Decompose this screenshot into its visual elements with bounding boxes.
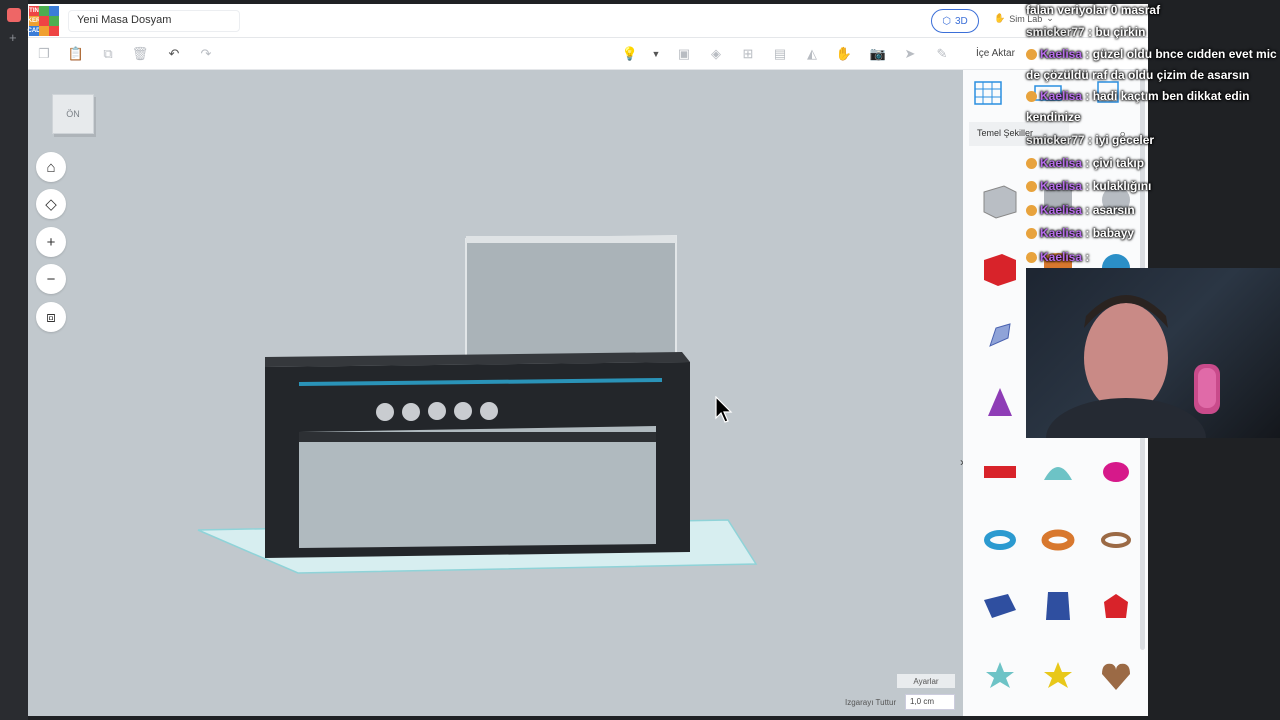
chat-message: Kaelisa : kulaklığını	[1026, 176, 1151, 196]
button	[454, 402, 472, 420]
webcam-image	[1046, 295, 1220, 438]
camera-icon[interactable]: 📷	[870, 46, 886, 62]
duplicate-icon[interactable]: ⧉	[100, 46, 116, 62]
chat-message: Kaelisa :	[1026, 247, 1089, 267]
chat-message: falan veriyolar 0 masraf	[1026, 3, 1161, 17]
button	[402, 403, 420, 421]
chat-message: Kaelisa : hadi kaçtım ben dikkat edin ke…	[1026, 89, 1250, 124]
align-bottom-icon[interactable]: ▤	[772, 46, 788, 62]
shape-ring[interactable]	[1087, 506, 1145, 574]
group-icon[interactable]: ▣	[676, 46, 692, 62]
workplane-viewport[interactable]: ÖN ⌂ ◇ + − ⧈ Ayarlar Izgarayı Tuttur 1,0…	[28, 70, 964, 716]
shelf-panel	[465, 234, 677, 358]
workplane-icon[interactable]	[971, 76, 1005, 110]
copy-icon[interactable]: ❐	[36, 46, 52, 62]
cube-icon: ⬡	[942, 15, 951, 27]
top-bar: TIN KER CAD Yeni Masa Dosyam ⬡ 3D ✋ Sim …	[28, 4, 1148, 38]
shape-scribble[interactable]	[971, 302, 1029, 370]
mouse-cursor-icon	[715, 396, 733, 423]
view-3d-button[interactable]: ⬡ 3D	[931, 9, 979, 33]
desk-shelf	[299, 432, 656, 442]
desk-opening	[299, 426, 656, 548]
shape-heart[interactable]	[1087, 642, 1145, 710]
shape-tube[interactable]	[1029, 506, 1087, 574]
chat-message: smicker77 : iyi geceler	[1026, 133, 1155, 147]
light-icon[interactable]: 💡	[622, 46, 638, 62]
shape-half-sphere[interactable]	[1029, 438, 1087, 506]
shape-star-yellow[interactable]	[1029, 642, 1087, 710]
chat-message: Kaelisa : çivi takıp	[1026, 153, 1144, 173]
ungroup-icon[interactable]: ◈	[708, 46, 724, 62]
chevron-down-icon[interactable]: ▼	[648, 46, 664, 62]
shape-star[interactable]	[971, 642, 1029, 710]
badge-icon	[1026, 228, 1037, 240]
badge-icon	[1026, 49, 1037, 61]
chat-message: Kaelisa : asarsın	[1026, 200, 1135, 220]
shape-torus[interactable]	[971, 506, 1029, 574]
shelf-top	[466, 236, 676, 243]
shape-polygon-box[interactable]	[971, 574, 1029, 642]
edit-toolbar: ❐ 📋 ⧉ 🗑 ↶ ↷ 💡 ▼ ▣ ◈ ⊞ ▤ ◭ ✋ 📷 ➤ ✎ İçe Ak…	[28, 38, 1148, 70]
paste-icon[interactable]: 📋	[68, 46, 84, 62]
cruise-icon[interactable]: ✋	[836, 46, 852, 62]
shape-ellipsoid[interactable]	[1087, 438, 1145, 506]
button	[480, 402, 498, 420]
badge-icon	[1026, 205, 1037, 217]
redo-icon[interactable]: ↷	[198, 46, 214, 62]
hand-icon: ✋	[994, 13, 1006, 23]
shape-box[interactable]	[971, 234, 1029, 302]
send-icon[interactable]: ➤	[902, 46, 918, 62]
delete-icon[interactable]: 🗑	[132, 46, 149, 62]
shape-hexagonal-prism[interactable]	[1029, 574, 1087, 642]
document-title[interactable]: Yeni Masa Dosyam	[68, 10, 240, 32]
snap-grid-select[interactable]: 1,0 cm	[905, 694, 955, 710]
note-icon[interactable]: ✎	[934, 46, 950, 62]
os-sidebar: +	[0, 0, 28, 720]
add-icon[interactable]: +	[9, 30, 17, 45]
app-icon[interactable]	[7, 8, 21, 22]
chat-message: smicker77 : bu çirkin	[1026, 25, 1146, 39]
shape-icosahedron[interactable]	[1087, 574, 1145, 642]
badge-icon	[1026, 181, 1037, 193]
chat-message: Kaelisa : güzel oldu bnce cıdden evet mi…	[1026, 47, 1277, 82]
import-button[interactable]: İçe Aktar	[976, 48, 1015, 59]
chat-message: Kaelisa : babayy	[1026, 223, 1134, 243]
shape-cone[interactable]	[971, 370, 1029, 438]
tinkercad-logo[interactable]: TIN KER CAD	[28, 6, 59, 36]
button	[428, 402, 446, 420]
align-icon[interactable]: ⊞	[740, 46, 756, 62]
button	[376, 403, 394, 421]
badge-icon	[1026, 91, 1037, 103]
snap-grid-label: Izgarayı Tuttur	[845, 698, 897, 707]
webcam-overlay	[1026, 268, 1280, 438]
tinkercad-window: TIN KER CAD Yeni Masa Dosyam ⬡ 3D ✋ Sim …	[28, 4, 1148, 716]
shape-text[interactable]	[971, 438, 1029, 506]
badge-icon	[1026, 252, 1037, 264]
mirror-icon[interactable]: ◭	[804, 46, 820, 62]
shape-box-striped[interactable]	[971, 166, 1029, 234]
settings-button[interactable]: Ayarlar	[897, 674, 955, 688]
undo-icon[interactable]: ↶	[166, 46, 182, 62]
desk-model[interactable]	[28, 70, 963, 716]
badge-icon	[1026, 158, 1037, 170]
